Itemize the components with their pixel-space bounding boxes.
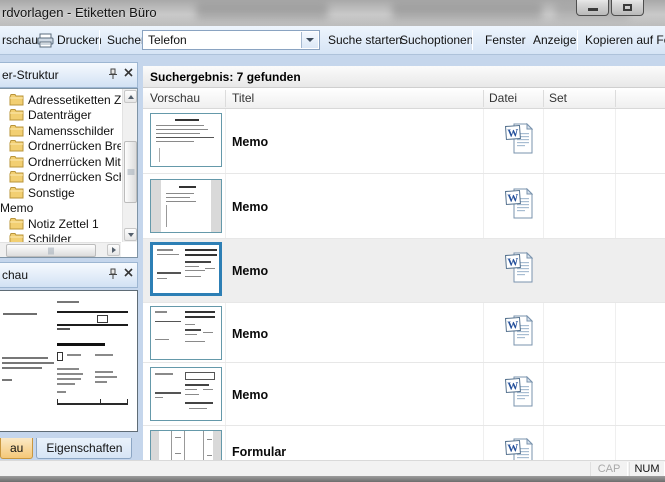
tree-horizontal-scrollbar[interactable] [0,242,121,257]
print-button[interactable]: Drucken [57,26,102,54]
folder-panel-header: er-Struktur [0,62,138,88]
preview-panel-title: chau [2,268,28,282]
scroll-down-icon [128,233,134,237]
word-document-icon: W [505,315,533,352]
toolbar-separator [472,30,473,50]
tree-item-namensschilder[interactable]: Namensschilder [0,123,121,139]
template-thumbnail[interactable] [150,367,222,421]
folder-panel-title: er-Struktur [2,68,59,82]
tab-preview[interactable]: au [0,438,33,459]
svg-text:W: W [507,192,519,205]
minimize-button[interactable] [576,0,609,16]
close-icon[interactable] [124,68,133,77]
start-search-button[interactable]: Suche starten [328,26,402,54]
template-thumbnail[interactable] [150,179,222,233]
pin-icon[interactable] [108,268,118,280]
tree-item-ordnerruecken-breit[interactable]: Ordnerrücken Breit [0,139,121,155]
scroll-up-icon [128,95,134,99]
results-column-header: Vorschau Titel Datei Set [143,88,665,109]
minimize-icon [588,8,598,11]
dock-tabs: au Eigenschaften [0,438,135,459]
window-title: rdvorlagen - Etiketten Büro [2,5,157,20]
toolbar-separator [99,30,100,50]
combo-dropdown-button[interactable] [301,32,318,48]
tree-item-ordnerruecken-mittel[interactable]: Ordnerrücken Mittel [0,154,121,170]
folder-icon [9,94,24,106]
toolbar: rschau Drucken Suchen Telefon Suche star… [0,26,665,55]
maximize-icon [623,4,632,11]
tab-properties[interactable]: Eigenschaften [36,438,132,459]
search-combobox-value: Telefon [148,33,187,47]
tree-item-memo[interactable]: Memo [0,201,121,217]
folder-icon [9,218,24,230]
tree-item-adressetiketten[interactable]: Adressetiketten Zweck [0,92,121,108]
search-options-button[interactable]: Suchoptionen [400,26,473,54]
blurred-background-content [392,3,542,19]
result-row-1[interactable]: Memo W [143,109,665,174]
tree-item-sonstige[interactable]: Sonstige [0,185,121,201]
column-vorschau[interactable]: Vorschau [150,91,200,105]
toolbar-separator [577,30,578,50]
svg-text:W: W [507,256,519,269]
column-titel[interactable]: Titel [232,91,254,105]
caps-lock-indicator: CAP [590,462,628,476]
window-bottom-edge [0,476,665,482]
folder-icon [9,171,24,183]
results-header: Suchergebnis: 7 gefunden [143,66,665,88]
result-row-4[interactable]: Memo W [143,303,665,363]
chevron-down-icon [306,38,314,42]
close-icon[interactable] [124,268,133,277]
folder-icon [9,156,24,168]
svg-text:W: W [507,380,519,393]
folder-icon [9,187,24,199]
window-menu-button[interactable]: Fenster [485,26,526,54]
svg-text:W: W [507,127,519,140]
template-thumbnail[interactable] [150,113,222,167]
word-document-icon: W [505,188,533,225]
word-document-icon: W [505,376,533,413]
num-lock-indicator: NUM [629,462,665,476]
status-bar: CAP NUM S [0,460,665,476]
tree-item-notiz-zettel-1[interactable]: Notiz Zettel 1 [0,216,121,232]
svg-text:W: W [507,442,519,455]
preview-panel-header: chau [0,262,138,288]
tree-item-datentraeger[interactable]: Datenträger [0,108,121,124]
result-row-5[interactable]: Memo W [143,363,665,426]
printer-icon [37,26,54,54]
document-preview [0,290,138,432]
word-document-icon: W [505,438,533,460]
titlebar: rdvorlagen - Etiketten Büro [0,0,665,26]
search-results-area: Suchergebnis: 7 gefunden Vorschau Titel … [143,66,665,460]
results-rows: Memo W Memo W [143,109,665,460]
result-row-3-selected[interactable]: Memo W [143,239,665,303]
pin-icon[interactable] [108,68,118,80]
template-thumbnail[interactable] [150,306,222,360]
folder-tree: Adressetiketten Zweck Datenträger Namens… [0,88,138,258]
scroll-right-icon [112,247,116,253]
tree-vertical-scrollbar[interactable] [122,89,137,242]
template-thumbnail-selected[interactable] [150,242,222,296]
tree-item-ordnerruecken-schmal[interactable]: Ordnerrücken Schmal [0,170,121,186]
search-combobox[interactable]: Telefon [142,30,320,50]
result-row-2[interactable]: Memo W [143,174,665,239]
result-row-6[interactable]: Formular Ordnerrücken breit W [143,426,665,460]
app-window: rdvorlagen - Etiketten Büro rschau Druck… [0,0,665,482]
print-preview-button[interactable]: rschau [2,26,38,54]
copy-to-disk-button[interactable]: Kopieren auf Fest [585,26,665,54]
word-document-icon: W [505,252,533,289]
folder-icon [9,109,24,121]
blurred-background-content [196,3,328,19]
svg-text:W: W [507,319,519,332]
column-set[interactable]: Set [549,91,567,105]
template-thumbnail[interactable] [150,430,222,460]
folder-icon [9,140,24,152]
folder-icon [9,125,24,137]
maximize-button[interactable] [611,0,644,16]
view-menu-button[interactable]: Anzeige [533,26,576,54]
word-document-icon: W [505,123,533,160]
column-datei[interactable]: Datei [489,91,517,105]
